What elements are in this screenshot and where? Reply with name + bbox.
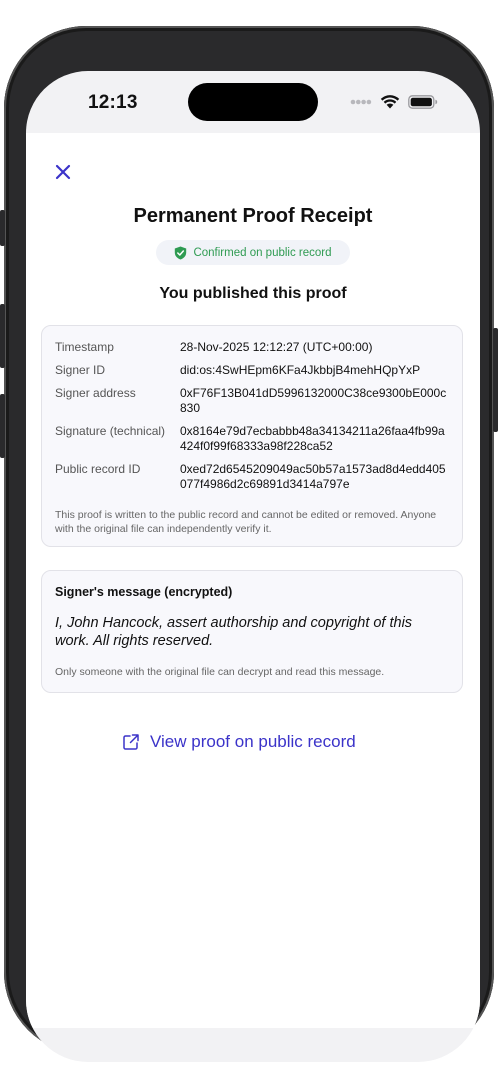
volume-down-button	[0, 394, 5, 458]
view-proof-link-label: View proof on public record	[150, 732, 356, 751]
phone-frame: 12:13 Permanent Proof Receipt Confirmed …	[0, 26, 498, 1062]
signer-message-card: Signer's message (encrypted) I, John Han…	[41, 570, 463, 693]
detail-label: Timestamp	[55, 340, 114, 354]
section-heading: You published this proof	[159, 285, 347, 302]
power-button	[493, 328, 498, 432]
screen: 12:13 Permanent Proof Receipt Confirmed …	[26, 71, 480, 1062]
external-link-icon	[123, 734, 139, 750]
detail-value: 28-Nov-2025 12:12:27 (UTC+00:00)	[180, 340, 373, 354]
wifi-icon	[380, 95, 400, 109]
status-time: 12:13	[88, 92, 138, 113]
shield-check-icon	[175, 246, 187, 259]
action-button	[0, 210, 5, 246]
detail-value: did:os:4SwHEpm6KFa4JkbbjB4mehHQpYxP	[180, 363, 421, 377]
view-proof-link[interactable]: View proof on public record	[122, 732, 356, 752]
close-icon	[55, 164, 71, 180]
close-button[interactable]	[52, 161, 74, 183]
receipt-sheet: Permanent Proof Receipt Confirmed on pub…	[26, 133, 480, 1028]
detail-label: Signer ID	[55, 363, 106, 377]
proof-details-card: Timestamp 28-Nov-2025 12:12:27 (UTC+00:0…	[41, 325, 463, 547]
status-icons	[350, 94, 438, 109]
detail-value: 0x8164e79d7ecbabbb48a34134211a26faa4fb99…	[180, 424, 445, 453]
detail-row-signature: Signature (technical) 0x8164e79d7ecbabbb…	[55, 424, 451, 454]
detail-row-public-record-id: Public record ID 0xed72d6545209049ac50b5…	[55, 462, 451, 492]
dynamic-island	[188, 83, 318, 121]
status-badge-label: Confirmed on public record	[193, 246, 332, 259]
message-body: I, John Hancock, assert authorship and c…	[55, 615, 413, 649]
detail-value: 0xed72d6545209049ac50b57a1573ad8d4edd405…	[180, 462, 446, 491]
message-note: Only someone with the original file can …	[55, 666, 385, 678]
message-title: Signer's message (encrypted)	[55, 585, 233, 599]
status-badge: Confirmed on public record	[156, 240, 350, 265]
detail-row-signer-id: Signer ID did:os:4SwHEpm6KFa4JkbbjB4mehH…	[55, 363, 451, 378]
detail-label: Public record ID	[55, 462, 141, 476]
detail-label: Signer address	[55, 386, 136, 400]
signal-icon	[350, 99, 372, 104]
detail-row-timestamp: Timestamp 28-Nov-2025 12:12:27 (UTC+00:0…	[55, 340, 451, 355]
detail-value: 0xF76F13B041dD5996132000C38ce9300bE000c8…	[180, 386, 447, 415]
status-bar: 12:13	[26, 71, 480, 133]
detail-row-signer-address: Signer address 0xF76F13B041dD5996132000C…	[55, 386, 451, 416]
details-note: This proof is written to the public reco…	[55, 509, 437, 535]
detail-label: Signature (technical)	[55, 424, 166, 438]
battery-icon	[408, 94, 438, 109]
volume-up-button	[0, 304, 5, 368]
page-title: Permanent Proof Receipt	[133, 205, 373, 227]
